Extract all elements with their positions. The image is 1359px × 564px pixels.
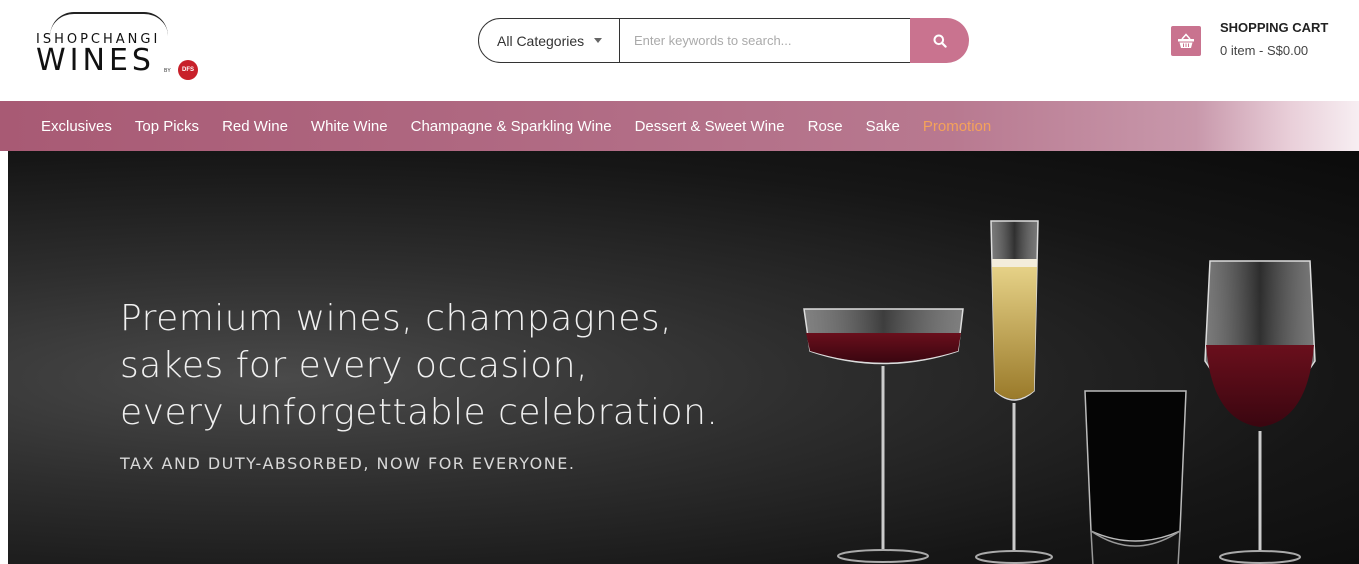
logo-by-text: BY: [164, 68, 171, 74]
chevron-down-icon: [594, 38, 603, 43]
main-nav: Exclusives Top Picks Red Wine White Wine…: [0, 101, 1359, 151]
nav-item-dessert-sweet[interactable]: Dessert & Sweet Wine: [635, 118, 785, 135]
logo-main-text: WINES: [36, 43, 155, 78]
nav-item-white-wine[interactable]: White Wine: [311, 118, 388, 135]
nav-item-sake[interactable]: Sake: [866, 118, 900, 135]
category-select-label: All Categories: [497, 32, 585, 49]
cart-summary: 0 item - S$0.00: [1220, 43, 1309, 58]
wine-glasses-image: [803, 220, 1316, 564]
nav-item-top-picks[interactable]: Top Picks: [135, 118, 199, 135]
cart-title: SHOPPING CART: [1220, 20, 1329, 35]
search-bar: All Categories: [478, 18, 969, 63]
hero-banner[interactable]: Premium wines, champagnes, sakes for eve…: [8, 151, 1359, 564]
hero-headline: Premium wines, champagnes, sakes for eve…: [120, 298, 719, 433]
search-input[interactable]: [620, 18, 910, 63]
nav-item-exclusives[interactable]: Exclusives: [41, 118, 112, 135]
search-button[interactable]: [910, 18, 969, 63]
nav-item-red-wine[interactable]: Red Wine: [222, 118, 288, 135]
hero-subline: TAX AND DUTY-ABSORBED, NOW FOR EVERYONE.: [120, 454, 576, 473]
site-logo[interactable]: ISHOPCHANGI WINES BY DFS: [36, 12, 206, 82]
basket-icon: [1171, 26, 1201, 56]
nav-item-champagne-sparkling[interactable]: Champagne & Sparkling Wine: [411, 118, 612, 135]
nav-item-promotion[interactable]: Promotion: [923, 118, 991, 135]
site-header: ISHOPCHANGI WINES BY DFS All Categories: [0, 0, 1359, 101]
nav-items: Exclusives Top Picks Red Wine White Wine…: [41, 101, 1014, 151]
dfs-badge: DFS: [178, 60, 198, 80]
shopping-cart[interactable]: SHOPPING CART 0 item - S$0.00: [1171, 18, 1351, 78]
search-icon: [933, 34, 947, 48]
category-select[interactable]: All Categories: [478, 18, 620, 63]
nav-item-rose[interactable]: Rose: [808, 118, 843, 135]
